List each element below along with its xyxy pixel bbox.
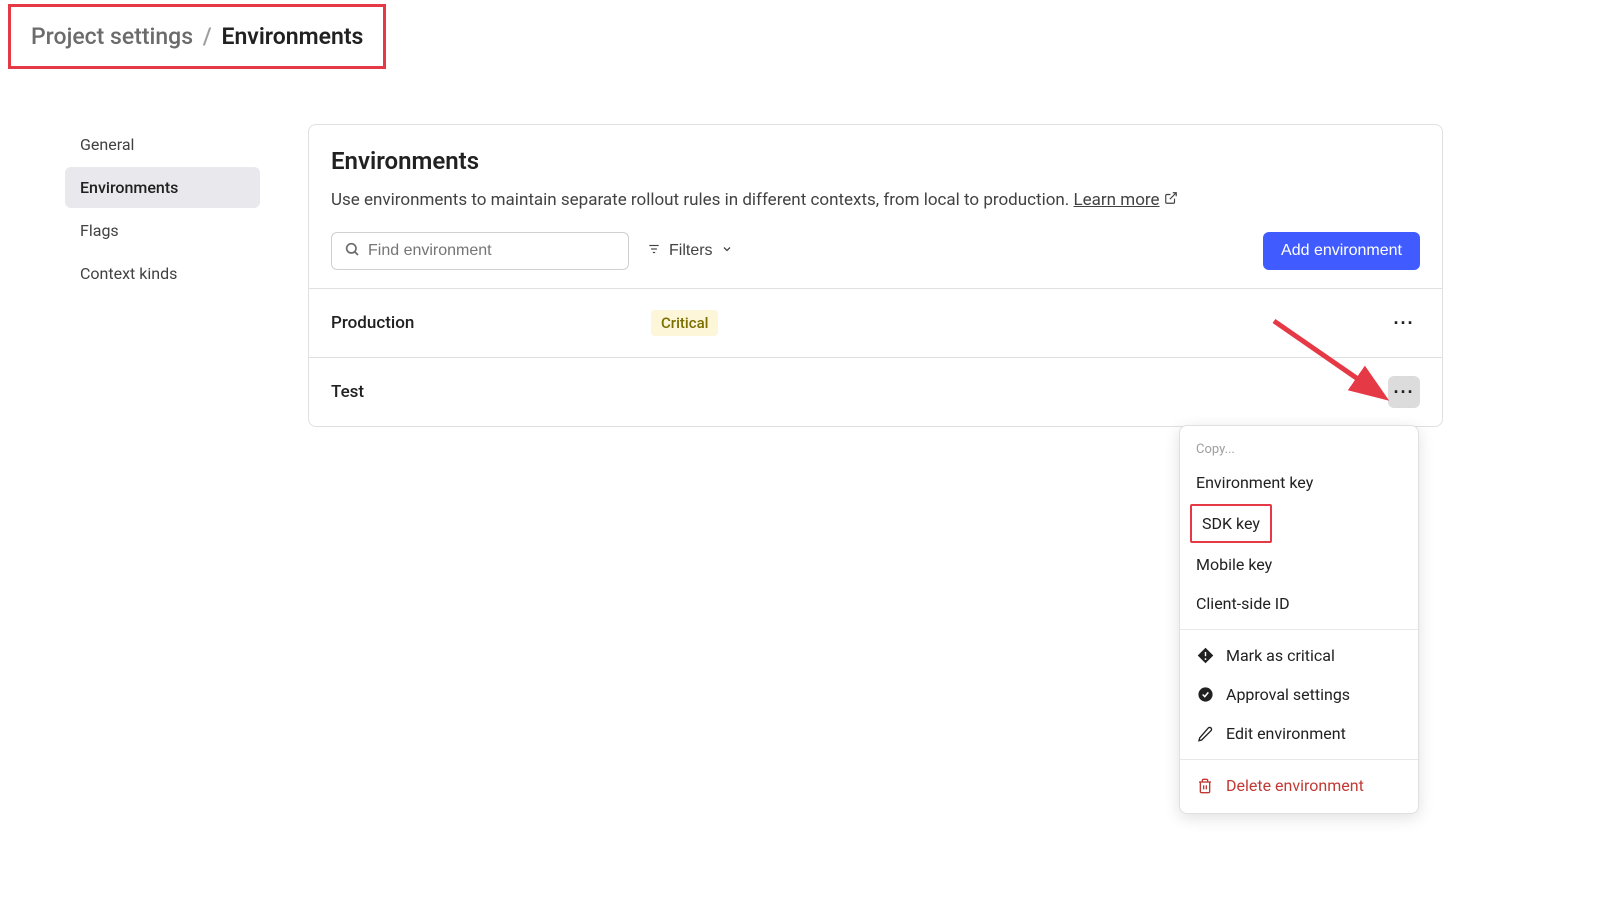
search-input[interactable] bbox=[368, 242, 616, 260]
breadcrumb-parent[interactable]: Project settings bbox=[31, 23, 193, 50]
mark-as-critical[interactable]: Mark as critical bbox=[1180, 636, 1418, 675]
delete-environment[interactable]: Delete environment bbox=[1180, 766, 1418, 805]
dropdown-separator bbox=[1180, 629, 1418, 630]
approval-settings[interactable]: Approval settings bbox=[1180, 675, 1418, 714]
copy-environment-key[interactable]: Environment key bbox=[1180, 463, 1418, 502]
critical-badge: Critical bbox=[651, 310, 718, 336]
more-actions-button[interactable]: ··· bbox=[1388, 307, 1420, 339]
environment-row-production[interactable]: Production Critical ··· bbox=[309, 288, 1442, 357]
panel-title: Environments bbox=[331, 147, 1420, 175]
search-input-wrap[interactable] bbox=[331, 232, 629, 270]
chevron-down-icon bbox=[721, 242, 733, 260]
ellipsis-icon: ··· bbox=[1394, 382, 1415, 403]
environment-row-test[interactable]: Test ··· bbox=[309, 357, 1442, 426]
external-link-icon bbox=[1164, 187, 1178, 214]
search-icon bbox=[344, 241, 360, 261]
filters-button[interactable]: Filters bbox=[647, 242, 733, 261]
pencil-icon bbox=[1196, 725, 1214, 743]
environment-name: Production bbox=[331, 313, 651, 333]
dropdown-section-label: Copy... bbox=[1180, 434, 1418, 463]
environment-name: Test bbox=[331, 382, 651, 402]
trash-icon bbox=[1196, 777, 1214, 795]
copy-sdk-key[interactable]: SDK key bbox=[1190, 504, 1272, 543]
sidebar: General Environments Flags Context kinds bbox=[65, 124, 260, 427]
breadcrumb-current: Environments bbox=[221, 23, 363, 50]
panel-description: Use environments to maintain separate ro… bbox=[331, 187, 1420, 214]
add-environment-button[interactable]: Add environment bbox=[1263, 232, 1420, 270]
breadcrumb-separator: / bbox=[203, 23, 212, 50]
toolbar: Filters Add environment bbox=[309, 232, 1442, 288]
main-content: Environments Use environments to maintai… bbox=[308, 124, 1443, 427]
edit-environment[interactable]: Edit environment bbox=[1180, 714, 1418, 753]
diamond-exclaim-icon bbox=[1196, 647, 1214, 665]
sidebar-item-general[interactable]: General bbox=[65, 124, 260, 165]
sidebar-item-environments[interactable]: Environments bbox=[65, 167, 260, 208]
actions-dropdown: Copy... Environment key SDK key Mobile k… bbox=[1179, 425, 1419, 814]
sidebar-item-flags[interactable]: Flags bbox=[65, 210, 260, 251]
copy-mobile-key[interactable]: Mobile key bbox=[1180, 545, 1418, 584]
environments-panel: Environments Use environments to maintai… bbox=[308, 124, 1443, 427]
check-badge-icon bbox=[1196, 686, 1214, 704]
more-actions-button[interactable]: ··· bbox=[1388, 376, 1420, 408]
dropdown-separator bbox=[1180, 759, 1418, 760]
filter-icon bbox=[647, 242, 661, 261]
sidebar-item-context-kinds[interactable]: Context kinds bbox=[65, 253, 260, 294]
ellipsis-icon: ··· bbox=[1394, 313, 1415, 334]
learn-more-link[interactable]: Learn more bbox=[1074, 190, 1178, 210]
copy-client-side-id[interactable]: Client-side ID bbox=[1180, 584, 1418, 623]
breadcrumb: Project settings / Environments bbox=[8, 4, 386, 69]
